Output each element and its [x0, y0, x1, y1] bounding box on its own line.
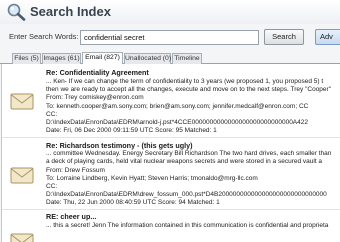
- result-snippet: a deck of playing cards, held vital nucl…: [46, 158, 323, 165]
- result-from: From: Drew Fossum: [46, 167, 105, 174]
- result-path: D:\IndexData\EnronData\EDRM\arnold-j.pst…: [46, 119, 308, 126]
- result-to: To: Lorraine Lindberg, Kevin Hyatt; Stev…: [46, 175, 258, 182]
- result-subject[interactable]: Re: Richardson testimony - (this gets ug…: [46, 141, 193, 150]
- result-snippet: then we are ready to accept all the chan…: [46, 86, 332, 93]
- advanced-search-button[interactable]: Adv: [315, 29, 340, 45]
- window-title: Search Index: [30, 4, 111, 19]
- search-index-window: Search Index Enter Search Words: Search …: [0, 0, 340, 242]
- list-item[interactable]: RE: cheer up... ... this a secret! Jenn …: [2, 210, 340, 242]
- result-subject[interactable]: Re: Confidentiality Agreement: [46, 68, 149, 77]
- result-snippet: ... this a secret! Jenn The information …: [46, 222, 329, 229]
- title-bar: Search Index: [0, 0, 340, 24]
- tab-images[interactable]: Images (61): [42, 53, 81, 64]
- search-label: Enter Search Words:: [9, 32, 79, 41]
- result-snippet: ... committee Wednesday. Energy Secretar…: [46, 150, 332, 157]
- result-cc: CC:: [46, 111, 58, 118]
- tab-unallocated[interactable]: Unallocated (0): [124, 53, 171, 64]
- result-snippet: ... Ken- If we can change the term of co…: [46, 78, 324, 85]
- result-to: To: kenneth.cooper@am.sony.com; brien@am…: [46, 103, 309, 110]
- result-cc: CC:: [46, 183, 58, 190]
- result-date-score: Date: Thu, 22 Jun 2000 08:40:59 UTC Scor…: [46, 199, 220, 206]
- tab-email[interactable]: Email (827): [82, 52, 123, 64]
- search-row: Enter Search Words: Search Adv: [0, 27, 340, 49]
- result-date-score: Date: Fri, 06 Dec 2000 09:11:59 UTC Scor…: [46, 127, 217, 134]
- email-results-list: Re: Confidentiality Agreement ... Ken- I…: [1, 64, 340, 242]
- envelope-icon: [10, 167, 34, 184]
- result-subject[interactable]: RE: cheer up...: [46, 212, 96, 221]
- list-item[interactable]: Re: Confidentiality Agreement ... Ken- I…: [2, 64, 340, 138]
- envelope-icon: [10, 93, 34, 110]
- magnifier-icon: [7, 3, 26, 21]
- tab-files[interactable]: Files (5): [12, 53, 41, 64]
- result-from: From: Trey comiskey@enron.com: [46, 94, 144, 101]
- tab-timeline[interactable]: Timeline: [172, 53, 202, 64]
- envelope-icon: [10, 233, 34, 242]
- category-tabs: Files (5) Images (61) Email (827) Unallo…: [0, 52, 340, 64]
- search-input[interactable]: [80, 30, 259, 45]
- search-button[interactable]: Search: [264, 29, 304, 45]
- list-item[interactable]: Re: Richardson testimony - (this gets ug…: [2, 138, 340, 210]
- result-path: D:\IndexData\EnronData\EDRM\drew_fossum_…: [46, 191, 327, 198]
